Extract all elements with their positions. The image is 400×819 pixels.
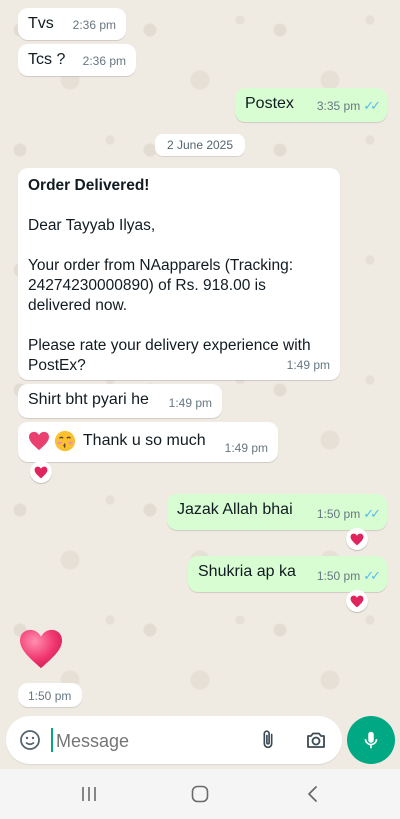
sticker-icon[interactable] (18, 728, 42, 752)
message-text: Jazak Allah bhai (177, 501, 293, 518)
heart-icon (20, 629, 62, 669)
chat-area[interactable]: Tvs 2:36 pm Tcs ? 2:36 pm Postex 3:35 pm… (0, 0, 400, 716)
message-outgoing[interactable]: Postex 3:35 pm ✓✓ (235, 88, 387, 122)
message-text: Tvs (28, 15, 54, 32)
message-time: 1:49 pm (168, 396, 212, 410)
message-text: Thank u so much (82, 432, 206, 449)
heart-icon (29, 431, 49, 451)
message-time: 2:36 pm (82, 54, 126, 68)
message-greeting: Dear Tayyab Ilyas, (28, 217, 156, 234)
reaction-badge[interactable] (346, 528, 368, 550)
message-composer (6, 716, 342, 764)
message-text: Shirt bht pyari he (28, 391, 149, 408)
back-icon[interactable] (303, 784, 323, 804)
system-navigation-bar (0, 769, 400, 819)
message-text: Postex (245, 95, 294, 112)
message-time: 1:49 pm (286, 358, 330, 372)
reaction-badge[interactable] (30, 461, 52, 483)
read-ticks-icon: ✓✓ (363, 506, 381, 521)
message-text: Shukria ap ka (198, 563, 296, 580)
reaction-badge[interactable] (346, 590, 368, 612)
message-input[interactable] (54, 726, 248, 756)
read-ticks-icon: ✓✓ (363, 568, 381, 583)
message-time: 1:50 pm (316, 507, 361, 521)
kiss-emoji-icon (55, 430, 76, 452)
heart-icon (350, 533, 364, 545)
home-icon[interactable] (190, 784, 210, 804)
message-incoming[interactable]: Tcs ? 2:36 pm (18, 44, 136, 76)
attach-icon[interactable] (257, 728, 279, 752)
mic-button[interactable] (347, 716, 395, 764)
message-incoming[interactable]: Tvs 2:36 pm (18, 8, 126, 40)
message-meta: 3:35 pm ✓✓ (316, 96, 381, 116)
message-time: 1:49 pm (224, 441, 268, 455)
message-body: Your order from NAapparels (Tracking: 24… (28, 257, 294, 314)
message-meta: 1:50 pm ✓✓ (316, 566, 381, 586)
message-time: 1:50 pm (28, 689, 72, 703)
mic-icon (364, 731, 378, 749)
message-time: 3:35 pm (316, 99, 361, 113)
message-outgoing[interactable]: Jazak Allah bhai 1:50 pm ✓✓ (167, 494, 387, 530)
recents-icon[interactable] (79, 784, 99, 804)
heart-icon (34, 466, 48, 478)
message-incoming[interactable]: Shirt bht pyari he 1:49 pm (18, 384, 222, 418)
message-time: 2:36 pm (72, 18, 116, 32)
message-outgoing[interactable]: Shukria ap ka 1:50 pm ✓✓ (188, 556, 387, 592)
message-body: Please rate your delivery experience wit… (28, 337, 311, 374)
message-title: Order Delivered! (28, 177, 150, 194)
read-ticks-icon: ✓✓ (363, 98, 381, 113)
message-incoming[interactable]: Thank u so much 1:49 pm (18, 422, 278, 462)
heart-icon (350, 595, 364, 607)
message-incoming[interactable]: Order Delivered! Dear Tayyab Ilyas, Your… (18, 168, 340, 380)
message-text: Tcs ? (28, 51, 66, 68)
cursor-caret (51, 728, 53, 752)
camera-icon[interactable] (304, 728, 328, 752)
message-time-chip: 1:50 pm (18, 683, 82, 707)
date-separator: 2 June 2025 (155, 134, 245, 156)
message-time: 1:50 pm (316, 569, 361, 583)
heart-sticker-message[interactable] (18, 628, 66, 672)
message-meta: 1:50 pm ✓✓ (316, 504, 381, 524)
